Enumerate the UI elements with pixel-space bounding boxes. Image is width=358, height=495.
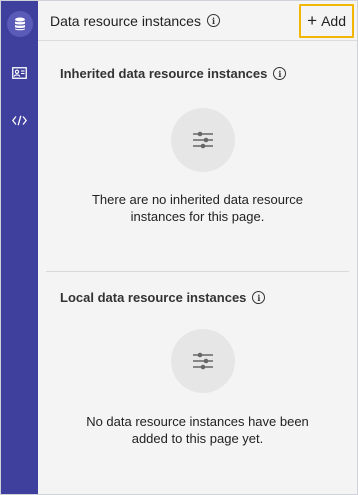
data-resources-panel: Data resource instances i + Add Inherite… <box>38 1 357 494</box>
rail-item-properties[interactable] <box>1 53 38 93</box>
inherited-section: Inherited data resource instances i Ther… <box>38 41 357 271</box>
code-icon <box>12 115 27 125</box>
rail-item-data-resources[interactable] <box>1 4 38 44</box>
local-empty-message: No data resource instances have been add… <box>86 414 309 446</box>
empty-state-illustration <box>171 329 235 393</box>
local-section: Local data resource instances i No data … <box>38 272 357 494</box>
info-icon[interactable]: i <box>252 291 266 304</box>
rail-active-indicator <box>6 11 33 37</box>
sliders-icon <box>193 352 213 370</box>
inherited-empty-message: There are no inherited data resource ins… <box>91 192 303 224</box>
database-icon <box>14 17 25 31</box>
add-button[interactable]: + Add <box>299 4 354 38</box>
rail-item-code[interactable] <box>1 100 38 140</box>
panel-title: Data resource instances <box>50 12 201 29</box>
local-section-title: Local data resource instances <box>60 290 247 305</box>
sliders-icon <box>193 131 213 149</box>
app-frame: Data resource instances i + Add Inherite… <box>0 0 358 495</box>
contact-card-icon <box>12 67 27 79</box>
info-icon[interactable]: i <box>206 14 220 27</box>
panel-header: Data resource instances i + Add <box>38 1 357 41</box>
add-button-label: Add <box>321 13 346 29</box>
side-rail <box>1 1 38 494</box>
plus-icon: + <box>307 11 318 30</box>
empty-state-illustration <box>171 108 235 172</box>
inherited-section-title: Inherited data resource instances <box>60 66 268 81</box>
info-icon[interactable]: i <box>273 67 287 80</box>
